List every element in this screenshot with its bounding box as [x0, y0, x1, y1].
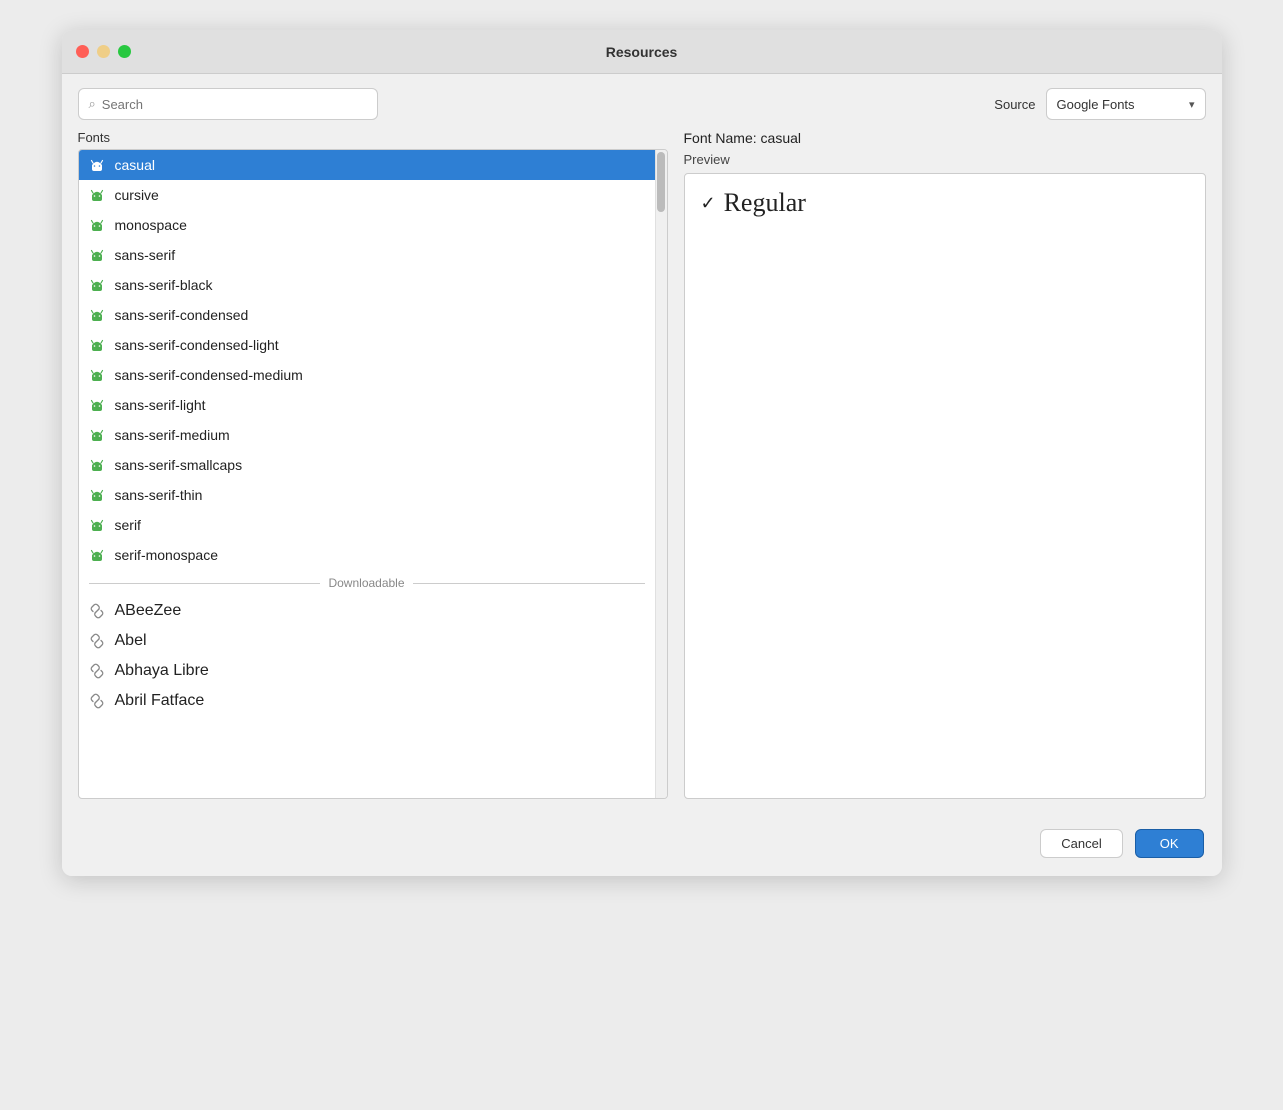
font-name-display: Font Name: casual	[684, 130, 1206, 146]
close-button[interactable]	[76, 45, 89, 58]
preview-regular: ✓ Regular	[701, 188, 1189, 218]
scrollbar-track[interactable]	[655, 150, 667, 798]
link-icon	[89, 663, 109, 679]
android-icon	[89, 187, 109, 203]
link-icon	[89, 693, 109, 709]
font-item-label: Abel	[115, 632, 147, 650]
font-item-abril-fatface[interactable]: Abril Fatface	[79, 686, 655, 716]
font-item-label: sans-serif-condensed-light	[115, 337, 279, 353]
android-icon	[89, 217, 109, 233]
android-icon	[89, 307, 109, 323]
font-item-label: sans-serif-light	[115, 397, 206, 413]
title-bar: Resources	[62, 30, 1222, 74]
right-panel: Font Name: casual Preview ✓ Regular	[684, 130, 1206, 799]
android-icon	[89, 157, 109, 173]
font-item-sans-serif-condensed[interactable]: sans-serif-condensed	[79, 300, 655, 330]
font-item-monospace[interactable]: monospace	[79, 210, 655, 240]
source-dropdown[interactable]: Google Fonts ▾	[1046, 88, 1206, 120]
font-item-label: sans-serif-medium	[115, 427, 230, 443]
section-divider: Downloadable	[79, 570, 655, 596]
font-item-serif-monospace[interactable]: serif-monospace	[79, 540, 655, 570]
font-item-sans-serif[interactable]: sans-serif	[79, 240, 655, 270]
android-icon	[89, 367, 109, 383]
font-item-sans-serif-condensed-light[interactable]: sans-serif-condensed-light	[79, 330, 655, 360]
fonts-label: Fonts	[78, 130, 668, 145]
toolbar: ⌕ Source Google Fonts ▾	[62, 74, 1222, 130]
font-item-label: sans-serif-black	[115, 277, 213, 293]
search-box[interactable]: ⌕	[78, 88, 378, 120]
preview-regular-label: Regular	[724, 188, 806, 218]
downloadable-label: Downloadable	[328, 576, 404, 590]
font-item-label: sans-serif	[115, 247, 176, 263]
link-icon	[89, 603, 109, 619]
font-item-label: monospace	[115, 217, 187, 233]
minimize-button[interactable]	[97, 45, 110, 58]
font-list-container: casual cursive monospace sans-serif sans…	[78, 149, 668, 799]
android-icon	[89, 547, 109, 563]
font-item-label: sans-serif-smallcaps	[115, 457, 243, 473]
resources-window: Resources ⌕ Source Google Fonts ▾ Fonts	[62, 30, 1222, 876]
left-panel: Fonts casual cursive monospace	[78, 130, 668, 799]
font-item-abeezee[interactable]: ABeeZee	[79, 596, 655, 626]
cancel-button[interactable]: Cancel	[1040, 829, 1122, 858]
android-icon	[89, 427, 109, 443]
font-item-cursive[interactable]: cursive	[79, 180, 655, 210]
font-item-abel[interactable]: Abel	[79, 626, 655, 656]
font-item-casual[interactable]: casual	[79, 150, 655, 180]
chevron-down-icon: ▾	[1189, 98, 1195, 111]
android-icon	[89, 277, 109, 293]
font-item-sans-serif-thin[interactable]: sans-serif-thin	[79, 480, 655, 510]
window-title: Resources	[606, 44, 678, 60]
checkmark-icon: ✓	[701, 193, 716, 214]
preview-label: Preview	[684, 152, 1206, 167]
font-item-label: Abhaya Libre	[115, 662, 209, 680]
android-icon	[89, 247, 109, 263]
search-icon: ⌕	[89, 96, 96, 112]
font-item-sans-serif-light[interactable]: sans-serif-light	[79, 390, 655, 420]
font-list[interactable]: casual cursive monospace sans-serif sans…	[79, 150, 655, 798]
font-item-sans-serif-medium[interactable]: sans-serif-medium	[79, 420, 655, 450]
maximize-button[interactable]	[118, 45, 131, 58]
footer: Cancel OK	[62, 815, 1222, 876]
android-icon	[89, 337, 109, 353]
font-item-label: casual	[115, 157, 155, 173]
font-item-sans-serif-condensed-medium[interactable]: sans-serif-condensed-medium	[79, 360, 655, 390]
font-item-label: serif	[115, 517, 141, 533]
android-icon	[89, 397, 109, 413]
main-content: Fonts casual cursive monospace	[62, 130, 1222, 815]
ok-button[interactable]: OK	[1135, 829, 1204, 858]
android-icon	[89, 517, 109, 533]
font-item-label: ABeeZee	[115, 602, 182, 620]
font-item-label: sans-serif-condensed	[115, 307, 249, 323]
font-item-label: serif-monospace	[115, 547, 219, 563]
font-item-label: sans-serif-thin	[115, 487, 203, 503]
source-row: Source Google Fonts ▾	[994, 88, 1205, 120]
font-item-sans-serif-black[interactable]: sans-serif-black	[79, 270, 655, 300]
font-item-sans-serif-smallcaps[interactable]: sans-serif-smallcaps	[79, 450, 655, 480]
font-item-abhaya-libre[interactable]: Abhaya Libre	[79, 656, 655, 686]
link-icon	[89, 633, 109, 649]
source-label: Source	[994, 97, 1035, 112]
font-item-label: Abril Fatface	[115, 692, 205, 710]
scrollbar-thumb[interactable]	[657, 152, 665, 212]
font-item-label: cursive	[115, 187, 159, 203]
android-icon	[89, 487, 109, 503]
font-item-serif[interactable]: serif	[79, 510, 655, 540]
search-input[interactable]	[102, 97, 367, 112]
font-item-label: sans-serif-condensed-medium	[115, 367, 303, 383]
preview-box: ✓ Regular	[684, 173, 1206, 799]
android-icon	[89, 457, 109, 473]
traffic-lights	[76, 45, 131, 58]
source-value: Google Fonts	[1057, 97, 1135, 112]
